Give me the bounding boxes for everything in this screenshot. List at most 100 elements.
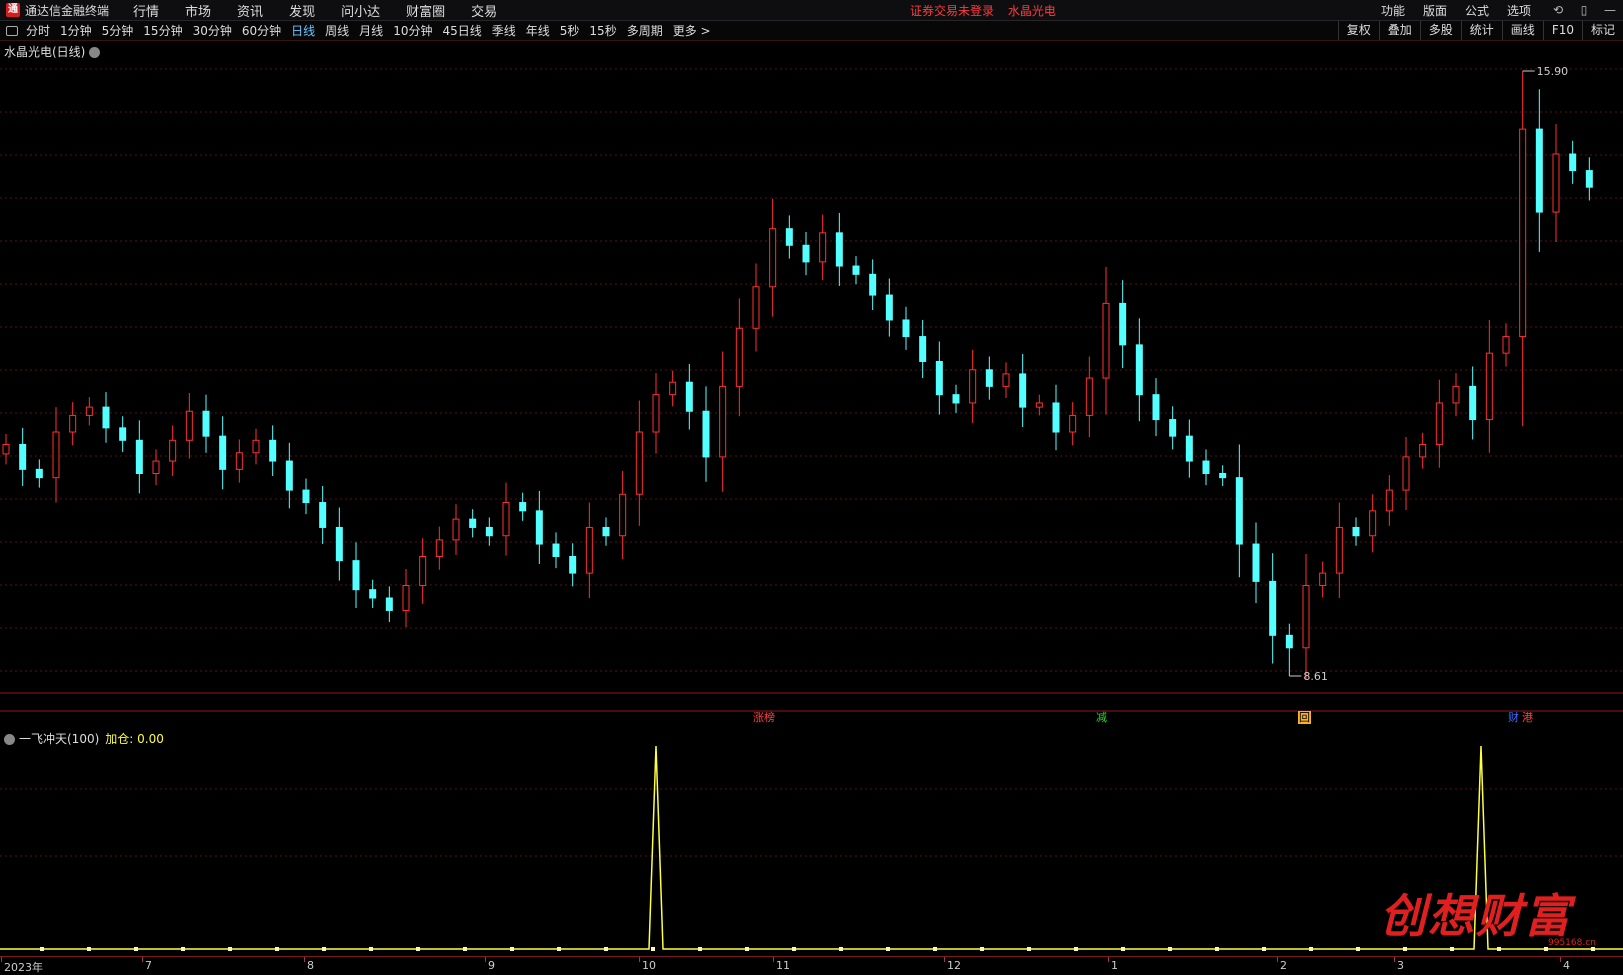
tool-huaxian[interactable]: 画线: [1501, 21, 1543, 40]
menu-jiaoyi[interactable]: 交易: [471, 1, 497, 20]
stock-label-text: 水晶光电(日线): [4, 45, 86, 59]
tool-diejia[interactable]: 叠加: [1378, 21, 1420, 40]
minimize-icon[interactable]: —: [1597, 3, 1623, 17]
candle-body: [169, 439, 177, 462]
candle-body: [385, 597, 393, 611]
period-weekly[interactable]: 周线: [325, 22, 349, 39]
tool-biaoji[interactable]: 标记: [1581, 21, 1623, 40]
candle-body: [819, 232, 827, 263]
period-quarterly[interactable]: 季线: [492, 22, 516, 39]
phone-icon[interactable]: ▯: [1571, 3, 1597, 17]
event-marker-cai[interactable]: 财: [1507, 711, 1520, 724]
event-marker-gang[interactable]: 港: [1521, 711, 1534, 724]
indicator-dot: [1168, 947, 1172, 951]
candle-body: [219, 435, 227, 470]
menu-hangqing[interactable]: 行情: [133, 1, 159, 20]
indicator-dot: [275, 947, 279, 951]
menu-banmian[interactable]: 版面: [1423, 2, 1447, 19]
x-label: 8: [304, 957, 314, 972]
stock-chart-label[interactable]: 水晶光电(日线): [4, 43, 101, 60]
refresh-icon[interactable]: ⟲: [1545, 3, 1571, 17]
x-label: 7: [142, 957, 152, 972]
candle-body: [952, 394, 960, 404]
tdx-logo-icon: 通: [6, 3, 20, 17]
candle-body: [769, 228, 777, 288]
candle-body: [369, 589, 377, 599]
indicator-dot: [322, 947, 326, 951]
tool-fuquan[interactable]: 复权: [1337, 21, 1379, 40]
period-yearly[interactable]: 年线: [526, 22, 550, 39]
high-price-label: 15.90: [1537, 65, 1569, 78]
candle-body: [1052, 402, 1060, 433]
indicator-value: 加仓: 0.00: [105, 732, 164, 746]
x-label: 10: [639, 957, 656, 972]
period-multi[interactable]: 多周期: [627, 22, 663, 39]
period-30min[interactable]: 30分钟: [193, 22, 232, 39]
menu-gongshi[interactable]: 公式: [1465, 2, 1489, 19]
period-5sec[interactable]: 5秒: [560, 22, 580, 39]
kline-chart[interactable]: 15.90 8.61: [0, 41, 1623, 956]
period-45day[interactable]: 45日线: [442, 22, 481, 39]
x-label: 12: [944, 957, 961, 972]
menu-xuanxiang[interactable]: 选项: [1507, 2, 1531, 19]
tool-tongji[interactable]: 统计: [1460, 21, 1502, 40]
candle-body: [919, 336, 927, 362]
candle-body: [452, 518, 460, 541]
candle-body: [252, 439, 260, 454]
candle-body: [1319, 572, 1327, 587]
candle-body: [185, 410, 193, 441]
x-label: 9: [485, 957, 495, 972]
period-10min[interactable]: 10分钟: [393, 22, 432, 39]
candle-body: [402, 585, 410, 611]
period-5min[interactable]: 5分钟: [102, 22, 134, 39]
menu-gongneng[interactable]: 功能: [1381, 2, 1405, 19]
period-more[interactable]: 更多 >: [673, 22, 711, 39]
login-status[interactable]: 证券交易未登录: [910, 4, 994, 18]
candle-body: [1085, 377, 1093, 416]
event-marker-hui[interactable]: 回: [1298, 711, 1311, 724]
candle-body: [1335, 526, 1343, 574]
period-bar: 分时 1分钟 5分钟 15分钟 30分钟 60分钟 日线 周线 月线 10分钟 …: [0, 21, 1623, 41]
indicator-dot: [1356, 947, 1360, 951]
indicator-dot: [557, 947, 561, 951]
candle-body: [669, 381, 677, 396]
period-15sec[interactable]: 15秒: [589, 22, 616, 39]
period-monthly[interactable]: 月线: [359, 22, 383, 39]
menu-wenxiaoda[interactable]: 问小达: [341, 1, 380, 20]
candle-body: [1552, 153, 1560, 213]
menu-caifuquan[interactable]: 财富圈: [406, 1, 445, 20]
candle-body: [702, 410, 710, 458]
period-1min[interactable]: 1分钟: [60, 22, 92, 39]
menu-shichang[interactable]: 市场: [185, 1, 211, 20]
menu-zixun[interactable]: 资讯: [237, 1, 263, 20]
indicator-dot: [181, 947, 185, 951]
period-60min[interactable]: 60分钟: [242, 22, 281, 39]
candle-body: [1202, 460, 1210, 475]
candle-body: [935, 360, 943, 396]
panel-toggle-icon[interactable]: [6, 25, 18, 36]
candle-body: [52, 431, 60, 479]
tool-f10[interactable]: F10: [1542, 21, 1582, 40]
candle-body: [1035, 402, 1043, 408]
candle-body: [35, 468, 43, 479]
indicator-dot: [1027, 947, 1031, 951]
indicator-dot: [1215, 947, 1219, 951]
candle-body: [519, 502, 527, 512]
period-15min[interactable]: 15分钟: [143, 22, 182, 39]
dropdown-icon[interactable]: [89, 47, 101, 58]
period-fenshi[interactable]: 分时: [26, 22, 50, 39]
tool-duogu[interactable]: 多股: [1419, 21, 1461, 40]
candle-body: [1152, 394, 1160, 421]
indicator-label[interactable]: 一飞冲天(100) 加仓: 0.00: [4, 730, 164, 747]
period-daily[interactable]: 日线: [291, 22, 315, 39]
event-marker-jian[interactable]: 减: [1095, 711, 1108, 724]
candle-body: [335, 526, 343, 562]
dropdown-icon[interactable]: [4, 734, 15, 745]
app-title: 通达信金融终端: [25, 3, 110, 18]
candle-body: [719, 385, 727, 458]
menu-faxian[interactable]: 发现: [289, 1, 315, 20]
candle-body: [619, 493, 627, 537]
event-marker-zhangbang[interactable]: 涨榜: [752, 711, 776, 724]
indicator-dot: [1262, 947, 1266, 951]
candle-body: [19, 443, 27, 470]
